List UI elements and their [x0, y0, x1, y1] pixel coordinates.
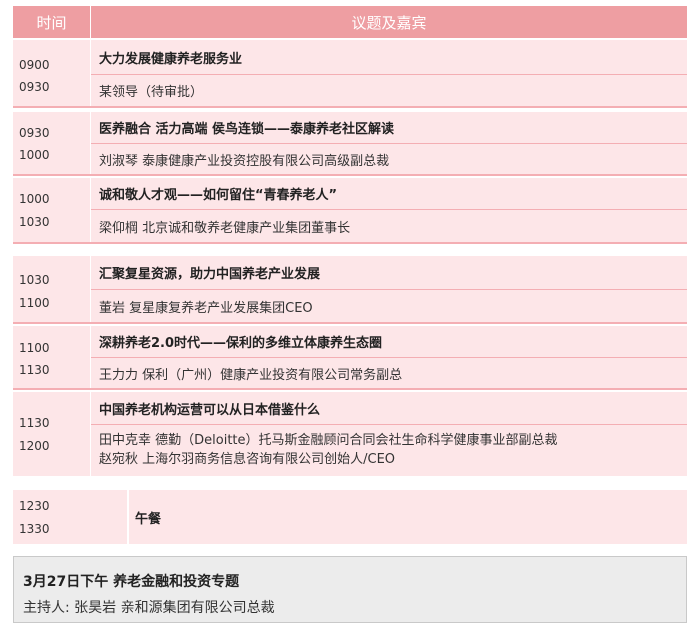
topic-title: 汇聚复星资源，助力中国养老产业发展	[91, 256, 687, 289]
time-cell: 0900 0930	[13, 40, 90, 106]
speaker-text: 董岩 复星康复养老产业发展集团CEO	[99, 300, 313, 316]
start-time: 1230	[19, 499, 50, 513]
end-time: 1130	[19, 363, 50, 377]
end-time: 0930	[19, 80, 50, 94]
topic-title: 大力发展健康养老服务业	[91, 40, 687, 74]
speaker-cell: 刘淑琴 泰康健康产业投资控股有限公司高级副总裁	[91, 144, 687, 174]
topic-column-header: 议题及嘉宾	[91, 6, 687, 38]
start-time: 0930	[19, 126, 50, 140]
slot-divider	[13, 388, 687, 390]
time-cell: 0930 1000	[13, 112, 90, 174]
end-time: 1100	[19, 296, 50, 310]
time-header-label: 时间	[36, 13, 67, 32]
topic-title: 中国养老机构运营可以从日本借鉴什么	[91, 392, 687, 424]
time-column-header: 时间	[13, 6, 90, 38]
topic-title-text: 医养融合 活力高端 侯鸟连锁——泰康养老社区解读	[99, 122, 395, 137]
start-time: 1000	[19, 192, 50, 206]
time-cell: 1100 1130	[13, 326, 90, 388]
speaker-text: 王力力 保利（广州）健康产业投资有限公司常务副总	[99, 367, 403, 383]
topic-title-text: 深耕养老2.0时代——保利的多维立体康养生态圈	[99, 336, 383, 351]
speaker-cell: 田中克幸 德勤（Deloitte）托马斯金融顾问合同会社生命科学健康事业部副总裁…	[91, 425, 687, 476]
speaker-text: 梁仰棡 北京诚和敬养老健康产业集团董事长	[99, 220, 351, 236]
topic-title-text: 汇聚复星资源，助力中国养老产业发展	[99, 267, 321, 282]
afternoon-session-box: 3月27日下午 养老金融和投资专题 主持人: 张昊岩 亲和源集团有限公司总裁	[13, 556, 687, 623]
end-time: 1330	[19, 522, 50, 536]
lunch-cell: 午餐	[129, 490, 687, 544]
end-time: 1200	[19, 439, 50, 453]
session-title: 3月27日下午 养老金融和投资专题	[23, 574, 240, 590]
topic-title-text: 大力发展健康养老服务业	[99, 51, 243, 67]
speaker-cell: 董岩 复星康复养老产业发展集团CEO	[91, 290, 687, 322]
topic-title: 诚和敬人才观——如何留住“青春养老人”	[91, 178, 687, 209]
slot-divider	[13, 174, 687, 176]
session-host: 主持人: 张昊岩 亲和源集团有限公司总裁	[23, 600, 275, 616]
start-time: 1030	[19, 273, 50, 287]
topic-title-text: 诚和敬人才观——如何留住“青春养老人”	[99, 188, 338, 203]
start-time: 0900	[19, 58, 50, 72]
speaker-cell: 某领导（待审批）	[91, 75, 687, 106]
start-time: 1100	[19, 341, 50, 355]
topic-header-label: 议题及嘉宾	[351, 13, 427, 32]
end-time: 1000	[19, 148, 50, 162]
speaker-text: 某领导（待审批）	[99, 85, 204, 100]
topic-title: 医养融合 活力高端 侯鸟连锁——泰康养老社区解读	[91, 112, 687, 143]
lunch-time-cell: 1230 1330	[13, 490, 127, 544]
topic-title-text: 中国养老机构运营可以从日本借鉴什么	[99, 402, 321, 418]
time-cell: 1130 1200	[13, 392, 90, 476]
time-cell: 1030 1100	[13, 256, 90, 322]
speaker-text: 田中克幸 德勤（Deloitte）托马斯金融顾问合同会社生命科学健康事业部副总裁	[99, 433, 558, 448]
speaker-text: 刘淑琴 泰康健康产业投资控股有限公司高级副总裁	[99, 153, 390, 169]
topic-title: 深耕养老2.0时代——保利的多维立体康养生态圈	[91, 326, 687, 357]
time-cell: 1000 1030	[13, 178, 90, 242]
end-time: 1030	[19, 215, 50, 229]
speaker-cell: 王力力 保利（广州）健康产业投资有限公司常务副总	[91, 358, 687, 388]
start-time: 1130	[19, 416, 50, 430]
slot-divider	[13, 242, 687, 244]
slot-divider	[13, 322, 687, 324]
slot-divider	[13, 106, 687, 108]
speaker-cell: 梁仰棡 北京诚和敬养老健康产业集团董事长	[91, 210, 687, 242]
speaker-text: 赵宛秋 上海尔羽商务信息咨询有限公司创始人/CEO	[99, 452, 396, 467]
lunch-label: 午餐	[135, 511, 162, 527]
